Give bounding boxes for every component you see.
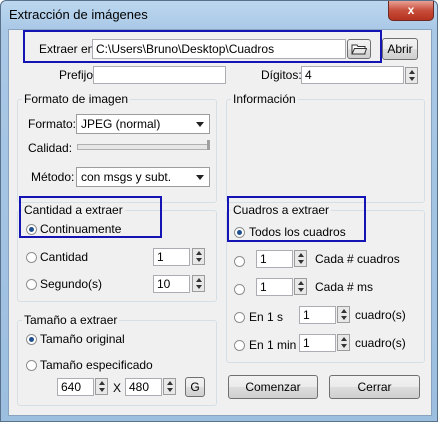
informacion-group	[226, 99, 425, 203]
cada-cuadros-input[interactable]: 1	[256, 250, 293, 268]
digitos-spinner[interactable]	[405, 67, 418, 84]
abrir-button[interactable]: Abrir	[382, 38, 418, 60]
informacion-title: Información	[231, 92, 298, 106]
cantidad-input[interactable]: 1	[153, 248, 190, 266]
cada-cuadros-radio[interactable]	[234, 256, 245, 267]
width-spinner[interactable]	[95, 378, 108, 395]
en1s-unit: cuadro(s)	[355, 308, 406, 322]
calidad-slider-thumb[interactable]	[207, 140, 210, 150]
cada-ms-input[interactable]: 1	[256, 278, 293, 296]
x-separator: X	[113, 381, 122, 395]
en1min-input[interactable]: 1	[299, 334, 336, 352]
en1min-unit: cuadro(s)	[355, 336, 406, 350]
segundos-spinner[interactable]	[192, 275, 205, 292]
cada-ms-spinner[interactable]	[294, 278, 307, 295]
cada-cuadros-spinner[interactable]	[294, 250, 307, 267]
en1min-spinner[interactable]	[337, 334, 350, 351]
tamano-especificado-label[interactable]: Tamaño especificado	[40, 358, 153, 372]
segundos-radio[interactable]	[26, 279, 37, 290]
formato-label: Formato:	[28, 117, 77, 131]
tamano-original-radio[interactable]	[26, 334, 37, 345]
highlight-box-cantidad	[19, 196, 162, 238]
formato-value: JPEG (normal)	[81, 117, 161, 131]
height-spinner[interactable]	[163, 378, 176, 395]
cantidad-radio[interactable]	[26, 252, 37, 263]
prefijo-label: Prefijo:	[59, 68, 97, 82]
dialog-window: Extracción de imágenes x Extraer en: C:\…	[0, 0, 438, 422]
cada-ms-radio[interactable]	[234, 284, 245, 295]
metodo-value: con msgs y subt.	[81, 170, 172, 184]
metodo-label: Método:	[31, 170, 75, 184]
cerrar-button[interactable]: Cerrar	[329, 375, 420, 399]
chevron-down-icon	[196, 175, 204, 180]
digitos-label: Dígitos:	[261, 68, 302, 82]
highlight-box-path	[23, 30, 382, 63]
en1s-input[interactable]: 1	[299, 306, 336, 324]
formato-select[interactable]: JPEG (normal)	[76, 114, 210, 134]
highlight-box-cuadros	[227, 196, 366, 242]
prefijo-input[interactable]	[93, 66, 226, 84]
segundos-input[interactable]: 10	[153, 275, 190, 293]
height-input[interactable]: 480	[125, 378, 162, 396]
cantidad-spinner[interactable]	[192, 248, 205, 265]
cada-cuadros-label: Cada # cuadros	[315, 252, 400, 266]
close-button[interactable]: x	[388, 1, 434, 21]
formato-imagen-title: Formato de imagen	[22, 92, 131, 106]
comenzar-button[interactable]: Comenzar	[228, 375, 318, 399]
en1s-radio[interactable]	[234, 312, 245, 323]
dialog-client: Extraer en: C:\Users\Bruno\Desktop\Cuadr…	[8, 29, 432, 416]
width-input[interactable]: 640	[57, 378, 94, 396]
en1min-radio[interactable]	[234, 340, 245, 351]
chevron-down-icon	[196, 122, 204, 127]
en1s-label[interactable]: En 1 s	[249, 310, 283, 324]
en1s-spinner[interactable]	[337, 306, 350, 323]
cada-ms-label: Cada # ms	[315, 280, 374, 294]
g-button[interactable]: G	[185, 377, 205, 397]
tamano-title: Tamaño a extraer	[22, 313, 120, 327]
window-title: Extracción de imágenes	[9, 7, 148, 22]
cantidad-label[interactable]: Cantidad	[40, 250, 88, 264]
tamano-original-label[interactable]: Tamaño original	[40, 332, 125, 346]
digitos-input[interactable]: 4	[301, 66, 404, 84]
tamano-especificado-radio[interactable]	[26, 360, 37, 371]
segundos-label[interactable]: Segundo(s)	[40, 277, 102, 291]
calidad-label: Calidad:	[28, 141, 73, 155]
calidad-slider[interactable]	[77, 144, 210, 150]
metodo-select[interactable]: con msgs y subt.	[76, 167, 210, 187]
title-bar[interactable]: Extracción de imágenes x	[1, 1, 437, 29]
en1min-label[interactable]: En 1 min	[249, 338, 296, 352]
